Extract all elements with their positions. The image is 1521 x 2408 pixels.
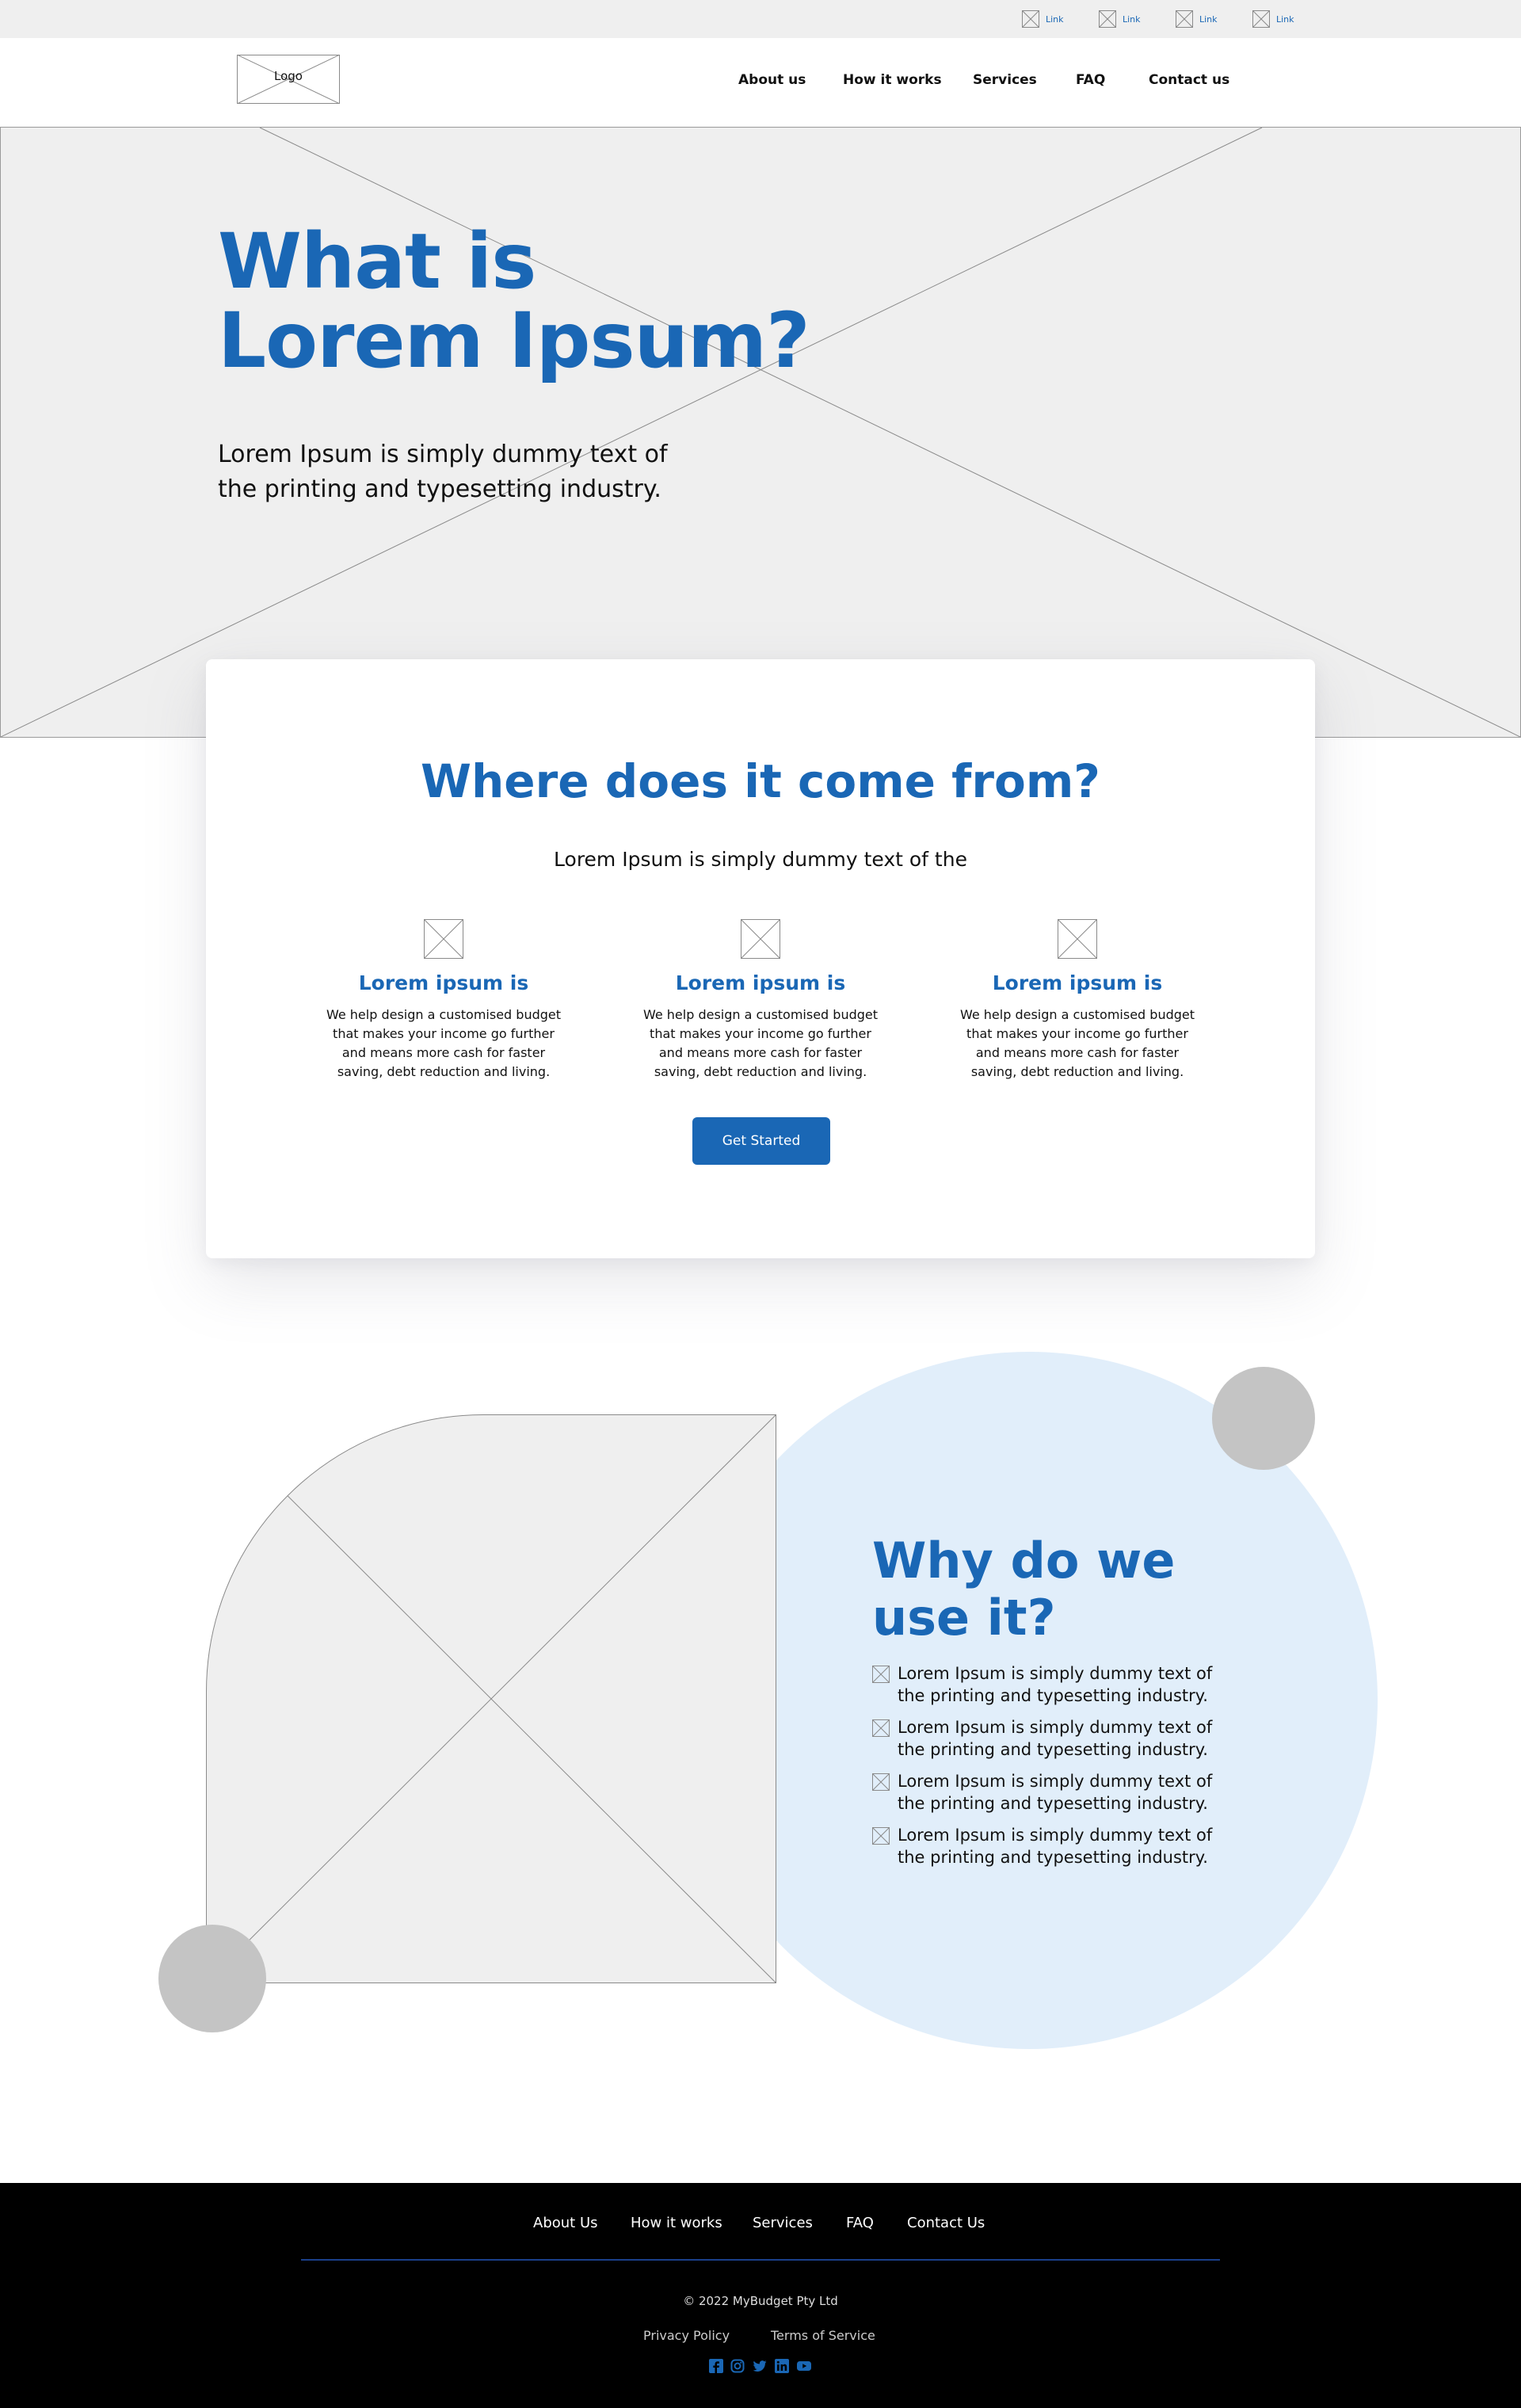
youtube-icon[interactable]: [797, 2359, 811, 2373]
utility-link-2[interactable]: Link: [1099, 10, 1141, 28]
list-item: Lorem Ipsum is simply dummy text of the …: [872, 1716, 1284, 1770]
image-placeholder-icon: [424, 919, 463, 959]
image-placeholder-icon: [1176, 10, 1193, 28]
utility-bar: Link Link Link Link: [0, 0, 1521, 38]
site-footer: About Us How it works Services FAQ Conta…: [0, 2183, 1521, 2408]
utility-link-4[interactable]: Link: [1252, 10, 1294, 28]
list-item-line: the printing and typesetting industry.: [898, 1740, 1208, 1759]
nav-contact[interactable]: Contact us: [1149, 72, 1229, 88]
decorative-gray-circle: [1212, 1367, 1315, 1470]
nav-faq[interactable]: FAQ: [1076, 72, 1105, 88]
footer-nav-contact[interactable]: Contact Us: [907, 2215, 985, 2231]
utility-link-label: Link: [1046, 13, 1064, 25]
facebook-icon[interactable]: [709, 2359, 723, 2373]
hero-subtitle: Lorem Ipsum is simply dummy text of the …: [218, 437, 725, 507]
footer-nav-about[interactable]: About Us: [533, 2215, 598, 2231]
footer-nav-how-it-works[interactable]: How it works: [631, 2215, 722, 2231]
feature-description: We help design a customised budget that …: [313, 1006, 574, 1082]
list-item-text: Lorem Ipsum is simply dummy text of the …: [898, 1824, 1212, 1868]
image-placeholder-icon: [1022, 10, 1039, 28]
hero-subtitle-line-1: Lorem Ipsum is simply dummy text of: [218, 441, 668, 468]
list-item: Lorem Ipsum is simply dummy text of the …: [872, 1662, 1284, 1716]
terms-of-service-link[interactable]: Terms of Service: [771, 2328, 875, 2343]
hero-title-line-1: What is: [218, 217, 536, 306]
feature-description-line: and means more cash for faster: [658, 1045, 863, 1060]
logo[interactable]: Logo: [237, 55, 340, 104]
list-item-line: the printing and typesetting industry.: [898, 1848, 1208, 1867]
feature-card: Lorem ipsum is We help design a customis…: [947, 919, 1208, 1082]
why-title-line-2: use it?: [872, 1589, 1056, 1647]
feature-card: Lorem ipsum is We help design a customis…: [630, 919, 891, 1082]
bullet-placeholder-icon: [872, 1773, 890, 1791]
bullet-placeholder-icon: [872, 1827, 890, 1845]
utility-link-label: Link: [1276, 13, 1294, 25]
utility-link-1[interactable]: Link: [1022, 10, 1064, 28]
bullet-placeholder-icon: [872, 1666, 890, 1683]
feature-description-line: and means more cash for faster: [975, 1045, 1180, 1060]
origin-card: Where does it come from? Lorem Ipsum is …: [206, 659, 1315, 1258]
origin-title: Where does it come from?: [421, 754, 1100, 808]
feature-title: Lorem ipsum is: [675, 971, 846, 994]
feature-description-line: that makes your income go further: [650, 1026, 871, 1041]
image-placeholder-icon: [1252, 10, 1270, 28]
feature-description-line: that makes your income go further: [966, 1026, 1188, 1041]
why-title: Why do we use it?: [872, 1532, 1175, 1647]
nav-about[interactable]: About us: [738, 72, 806, 88]
privacy-policy-link[interactable]: Privacy Policy: [643, 2328, 730, 2343]
feature-description: We help design a customised budget that …: [947, 1006, 1208, 1082]
utility-link-label: Link: [1123, 13, 1141, 25]
footer-nav-faq[interactable]: FAQ: [846, 2215, 874, 2231]
feature-description-line: saving, debt reduction and living.: [337, 1064, 551, 1079]
hero-title-line-2: Lorem Ipsum?: [218, 296, 810, 385]
logo-label: Logo: [274, 69, 303, 83]
decorative-gray-circle: [158, 1925, 266, 2032]
image-placeholder-icon: [1058, 919, 1097, 959]
list-item-line: the printing and typesetting industry.: [898, 1794, 1208, 1813]
bullet-placeholder-icon: [872, 1719, 890, 1737]
list-item: Lorem Ipsum is simply dummy text of the …: [872, 1770, 1284, 1824]
feature-description-line: We help design a customised budget: [326, 1007, 562, 1022]
feature-description-line: We help design a customised budget: [959, 1007, 1195, 1022]
instagram-icon[interactable]: [730, 2359, 745, 2373]
hero-title: What is Lorem Ipsum?: [218, 222, 810, 380]
utility-link-3[interactable]: Link: [1176, 10, 1218, 28]
why-list: Lorem Ipsum is simply dummy text of the …: [872, 1662, 1284, 1878]
feature-description-line: saving, debt reduction and living.: [970, 1064, 1184, 1079]
origin-subtitle: Lorem Ipsum is simply dummy text of the: [554, 848, 967, 871]
twitter-icon[interactable]: [753, 2359, 767, 2373]
nav-how-it-works[interactable]: How it works: [843, 72, 942, 88]
list-item-line: Lorem Ipsum is simply dummy text of: [898, 1826, 1213, 1845]
feature-description: We help design a customised budget that …: [630, 1006, 891, 1082]
list-item-line: the printing and typesetting industry.: [898, 1686, 1208, 1705]
site-header: Logo About us How it works Services FAQ …: [0, 38, 1521, 127]
image-placeholder-icon: [741, 919, 780, 959]
utility-link-label: Link: [1199, 13, 1218, 25]
feature-description-line: that makes your income go further: [333, 1026, 555, 1041]
feature-description-line: and means more cash for faster: [341, 1045, 546, 1060]
hero-subtitle-line-2: the printing and typesetting industry.: [218, 475, 661, 503]
feature-description-line: We help design a customised budget: [642, 1007, 879, 1022]
copyright-text: © 2022 MyBudget Pty Ltd: [683, 2294, 838, 2308]
why-image-placeholder: [206, 1414, 776, 1983]
list-item: Lorem Ipsum is simply dummy text of the …: [872, 1824, 1284, 1878]
feature-card: Lorem ipsum is We help design a customis…: [313, 919, 574, 1082]
nav-services[interactable]: Services: [973, 72, 1037, 88]
list-item-line: Lorem Ipsum is simply dummy text of: [898, 1772, 1213, 1791]
list-item-line: Lorem Ipsum is simply dummy text of: [898, 1664, 1213, 1683]
list-item-text: Lorem Ipsum is simply dummy text of the …: [898, 1770, 1212, 1815]
feature-title: Lorem ipsum is: [992, 971, 1163, 994]
get-started-button[interactable]: Get Started: [692, 1117, 830, 1165]
footer-nav-services[interactable]: Services: [753, 2215, 813, 2231]
linkedin-icon[interactable]: [775, 2359, 789, 2373]
list-item-text: Lorem Ipsum is simply dummy text of the …: [898, 1716, 1212, 1761]
list-item-line: Lorem Ipsum is simply dummy text of: [898, 1718, 1213, 1737]
image-placeholder-cross-icon: [207, 1415, 776, 1982]
why-title-line-1: Why do we: [872, 1532, 1176, 1589]
feature-title: Lorem ipsum is: [358, 971, 529, 994]
feature-description-line: saving, debt reduction and living.: [654, 1064, 867, 1079]
list-item-text: Lorem Ipsum is simply dummy text of the …: [898, 1662, 1212, 1707]
image-placeholder-icon: [1099, 10, 1116, 28]
footer-divider: [301, 2259, 1220, 2261]
